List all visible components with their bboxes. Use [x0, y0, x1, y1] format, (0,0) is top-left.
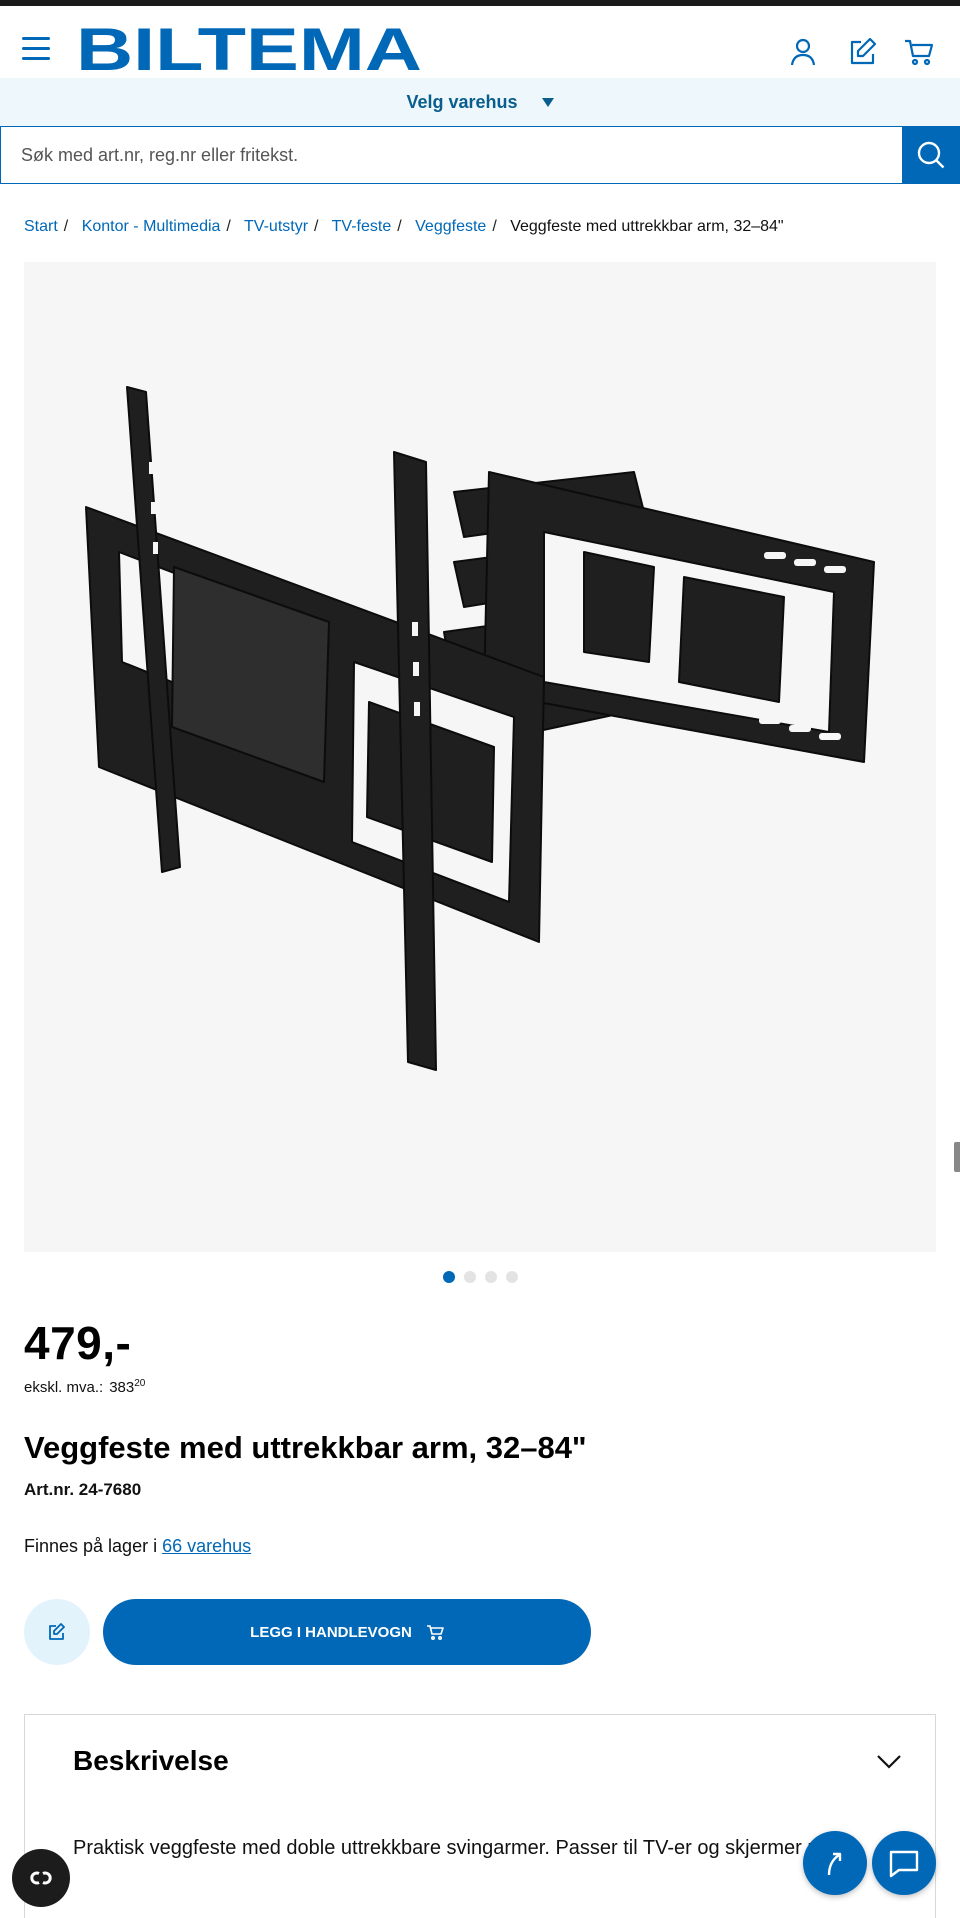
cart-icon[interactable] — [903, 36, 935, 68]
breadcrumb: Start / Kontor - Multimedia / TV-utstyr / T… — [24, 218, 784, 235]
product-title: Veggfeste med uttrekkbar arm, 32–84" — [24, 1430, 587, 1465]
breadcrumb-tv-feste[interactable]: TV-feste — [332, 218, 392, 235]
add-to-cart-button[interactable]: LEGG I HANDLEVOGN — [103, 1599, 591, 1665]
description-heading[interactable]: Beskrivelse — [73, 1745, 229, 1777]
breadcrumb-tv-utstyr[interactable]: TV-utstyr — [244, 218, 308, 235]
scroll-to-top-button[interactable] — [803, 1831, 867, 1895]
search-input[interactable] — [0, 126, 902, 184]
chat-icon — [889, 1850, 919, 1878]
svg-text:BILTEMA: BILTEMA — [76, 24, 422, 74]
biltema-logo[interactable]: BILTEMA — [76, 24, 424, 74]
gallery-dot-4[interactable] — [505, 1271, 518, 1283]
cookie-consent-button[interactable] — [12, 1849, 70, 1907]
chevron-down-icon[interactable] — [875, 1751, 903, 1771]
gallery-dot-1[interactable] — [442, 1271, 455, 1283]
product-price: 479,- — [24, 1317, 132, 1369]
stock-status: Finnes på lager i 66 varehus — [24, 1536, 251, 1557]
gallery-dot-2[interactable] — [463, 1271, 476, 1283]
chat-button[interactable] — [872, 1831, 936, 1895]
cookie-settings-icon — [30, 1871, 52, 1885]
article-number: Art.nr. 24-7680 — [24, 1480, 142, 1499]
menu-icon[interactable] — [22, 37, 52, 61]
ex-vat-value: 383 — [109, 1379, 135, 1396]
tv-wall-mount-image — [85, 386, 875, 1071]
arrow-up-icon — [827, 1852, 842, 1876]
description-panel: Beskrivelse Praktisk veggfeste med doble… — [24, 1714, 936, 1918]
side-feedback-tab[interactable] — [954, 1142, 960, 1172]
edit-note-icon[interactable] — [846, 36, 878, 68]
search-button[interactable] — [902, 126, 960, 184]
breadcrumb-current: Veggfeste med uttrekkbar arm, 32–84" — [510, 218, 784, 235]
store-selector[interactable]: Velg varehus — [0, 78, 960, 126]
stock-prefix: Finnes på lager i — [24, 1536, 158, 1556]
gallery-pagination — [0, 1271, 960, 1283]
site-header: BILTEMA — [0, 6, 960, 78]
breadcrumb-start[interactable]: Start — [24, 218, 58, 235]
search-icon — [917, 141, 945, 169]
add-to-cart-label: LEGG I HANDLEVOGN — [250, 1623, 412, 1641]
search-bar — [0, 126, 960, 184]
breadcrumb-veggfeste[interactable]: Veggfeste — [415, 218, 486, 235]
stock-stores-link[interactable]: 66 varehus — [162, 1536, 251, 1556]
breadcrumb-kontor-multimedia[interactable]: Kontor - Multimedia — [82, 218, 221, 235]
user-icon[interactable] — [787, 36, 819, 68]
product-image-gallery[interactable] — [24, 262, 936, 1252]
description-text: Praktisk veggfeste med doble uttrekkbare… — [73, 1837, 855, 1859]
add-to-list-button[interactable] — [24, 1599, 90, 1665]
cart-icon — [426, 1625, 444, 1641]
ex-vat-cents: 20 — [134, 1378, 146, 1389]
price-ex-vat: ekskl. mva.: 38320 — [24, 1378, 145, 1396]
caret-down-icon — [541, 97, 554, 107]
gallery-dot-3[interactable] — [484, 1271, 497, 1283]
edit-note-icon — [49, 1623, 65, 1640]
ex-vat-label: ekskl. mva.: — [24, 1379, 104, 1396]
store-selector-label: Velg varehus — [406, 91, 518, 112]
